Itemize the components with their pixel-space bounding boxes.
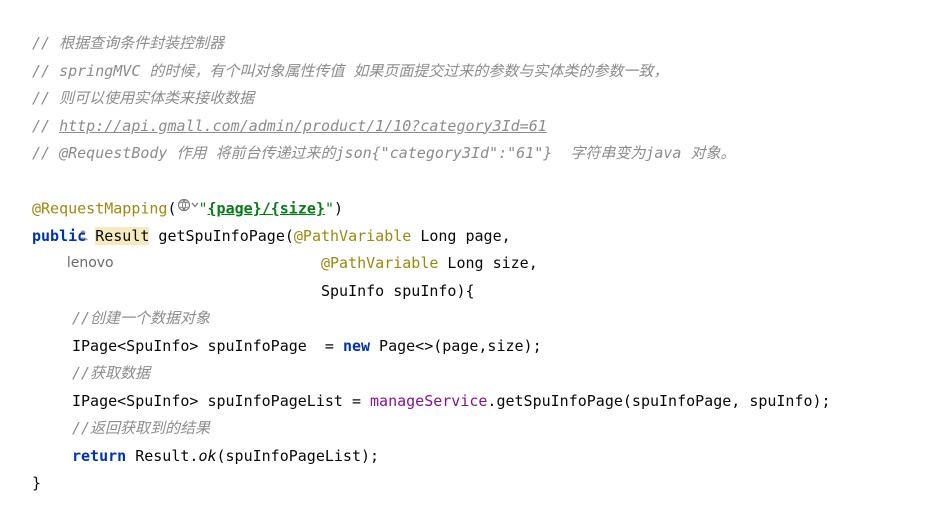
method-ok: ok xyxy=(198,446,217,465)
globe-chevron-icon[interactable] xyxy=(177,194,199,222)
quote-close: " xyxy=(324,199,334,218)
method-signature-rest: getSpuInfoPage( xyxy=(149,226,294,245)
paren-close: ) xyxy=(333,199,343,218)
ipage-create-end: Page<>(page,size); xyxy=(370,336,542,355)
comment-line-3: // 则可以使用实体类来接收数据 xyxy=(32,89,255,107)
param-size: Long size, xyxy=(438,254,538,272)
type-result-highlighted[interactable]: Result xyxy=(95,226,150,245)
code-editor[interactable]: // 根据查询条件封装控制器 // springMVC 的时候，有个叫对象属性传… xyxy=(0,30,930,498)
method-signature-line: public Result getSpuInfoPage(@PathVariab… xyxy=(0,223,930,251)
ipage-list-start: IPage<SpuInfo> spuInfoPageList = xyxy=(72,391,371,410)
comment-prefix: // xyxy=(32,116,60,135)
field-manage-service: manageService xyxy=(370,391,488,410)
comment-fetch-data: //获取数据 xyxy=(72,364,151,382)
comment-return-result: //返回获取到的结果 xyxy=(72,419,211,437)
request-mapping-annotation: @RequestMapping xyxy=(32,199,168,218)
return-line: return Result.ok(spuInfoPageList); xyxy=(0,443,930,471)
comment-create-object: //创建一个数据对象 xyxy=(72,309,211,327)
keyword-new: new xyxy=(342,336,371,355)
param-page: Long page, xyxy=(411,226,511,245)
return-args: (spuInfoPageList); xyxy=(216,446,380,465)
request-mapping-line: @RequestMapping( "{page}/{size}") xyxy=(0,195,930,223)
ipage-create-line: IPage<SpuInfo> spuInfoPage = new Page<>(… xyxy=(0,333,930,361)
comment-line-1: // 根据查询条件封装控制器 xyxy=(32,34,225,52)
param-spuinfo-line: SpuInfo spuInfo){ xyxy=(321,281,475,300)
path-variable-annotation-2: @PathVariable xyxy=(321,254,439,272)
return-result: Result. xyxy=(126,446,199,465)
param-size-line: @PathVariable Long size, xyxy=(0,250,930,278)
ipage-create-start: IPage<SpuInfo> spuInfoPage = xyxy=(72,336,343,355)
comment-line-5: // @RequestBody 作用 将前台传递过来的json{"categor… xyxy=(32,144,736,162)
comment-line-2: // springMVC 的时候，有个叫对象属性传值 如果页面提交过来的参数与实… xyxy=(32,61,669,80)
keyword-return: return xyxy=(72,446,127,465)
keyword-public: public xyxy=(32,226,87,245)
author-hint[interactable]: lenovo xyxy=(0,168,930,271)
path-variable-annotation-1: @PathVariable xyxy=(293,226,412,245)
comment-url-link[interactable]: http://api.gmall.com/admin/product/1/10?… xyxy=(59,117,547,135)
ipage-list-end: .getSpuInfoPage(spuInfoPage, spuInfo); xyxy=(487,391,831,410)
ipage-list-line: IPage<SpuInfo> spuInfoPageList = manageS… xyxy=(0,388,930,416)
quote-open: " xyxy=(198,199,208,218)
comment-line-4: // http://api.gmall.com/admin/product/1/… xyxy=(0,113,930,141)
closing-brace-line: } xyxy=(32,474,42,492)
paren-open: ( xyxy=(167,199,177,218)
mapping-path: {page}/{size} xyxy=(207,199,325,218)
